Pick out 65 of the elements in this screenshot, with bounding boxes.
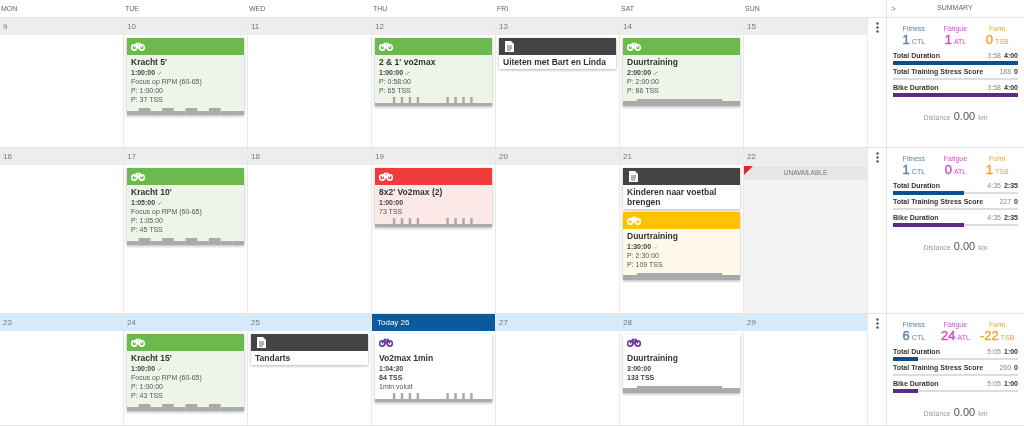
more-icon[interactable] [875, 152, 879, 163]
day-header: 10 [124, 18, 247, 35]
bike-icon [131, 42, 145, 51]
workout-title: Kracht 10' [131, 187, 173, 198]
day-header: 23 [0, 314, 123, 331]
day-header: 17 [124, 148, 247, 165]
workout-title: Duurtraining [627, 353, 679, 364]
document-icon [505, 41, 514, 52]
document-icon [629, 171, 638, 182]
day-header: 28 [620, 314, 743, 331]
workout-title: 2 & 1' vo2max [379, 57, 437, 68]
day-header: 27 [496, 314, 619, 331]
note-title: Kinderen naar voetbal brengen [626, 186, 718, 209]
bike-icon [627, 338, 641, 347]
bike-icon [379, 338, 393, 347]
bike-icon [131, 338, 145, 347]
workout-title: Duurtraining [627, 231, 679, 242]
note-card[interactable]: Tandarts [251, 334, 368, 365]
day-header: 14 [620, 18, 743, 35]
metric-value: 1 [985, 163, 993, 176]
day-header: 13 [496, 18, 619, 35]
day-header: 20 [496, 148, 619, 165]
bike-icon [379, 42, 393, 51]
day-header: 29 [744, 314, 867, 331]
day-header: 9 [0, 18, 123, 35]
note-title: Tandarts [254, 352, 292, 365]
more-icon[interactable] [875, 22, 879, 33]
collapse-toggle[interactable]: > [887, 2, 917, 15]
workout-title: Kracht 5' [131, 57, 169, 68]
workout-title: Kracht 15' [131, 353, 173, 364]
day-header: 22 [744, 148, 867, 165]
workout-title: 8x2' Vo2max (2) [379, 187, 444, 198]
note-card[interactable]: Kinderen naar voetbal brengen [623, 168, 740, 209]
bike-icon [627, 216, 641, 225]
metric-value: 1 [944, 33, 952, 46]
metric-value: 1 [902, 163, 910, 176]
note-title: Uiteten met Bart en Linda [502, 56, 607, 69]
bike-icon [131, 172, 145, 181]
document-icon [257, 337, 266, 348]
metric-value: 1 [902, 33, 910, 46]
distance-value: 0.00 [953, 404, 976, 420]
more-icon[interactable] [875, 318, 879, 329]
day-header: 18 [248, 148, 371, 165]
day-header: 16 [0, 148, 123, 165]
workout-title: Vo2max 1min [379, 353, 435, 364]
day-header: 25 [248, 314, 371, 331]
metric-value: 0 [985, 33, 993, 46]
day-header: 21 [620, 148, 743, 165]
metric-value: -22 [979, 329, 999, 342]
day-header: 24 [124, 314, 247, 331]
metric-value: 0 [944, 163, 952, 176]
day-header: 11 [248, 18, 371, 35]
day-header: 15 [744, 18, 867, 35]
note-card[interactable]: Uiteten met Bart en Linda [499, 38, 616, 69]
bike-icon [627, 42, 641, 51]
day-header: 12 [372, 18, 495, 35]
workout-title: Duurtraining [627, 57, 679, 68]
metric-value: 24 [941, 329, 956, 342]
distance-value: 0.00 [953, 238, 976, 254]
today-date: Today 26 [372, 314, 495, 331]
bike-icon [379, 172, 393, 181]
distance-value: 0.00 [953, 108, 976, 124]
day-header: 19 [372, 148, 495, 165]
metric-value: 6 [902, 329, 910, 342]
corner-flag-icon [744, 166, 753, 175]
